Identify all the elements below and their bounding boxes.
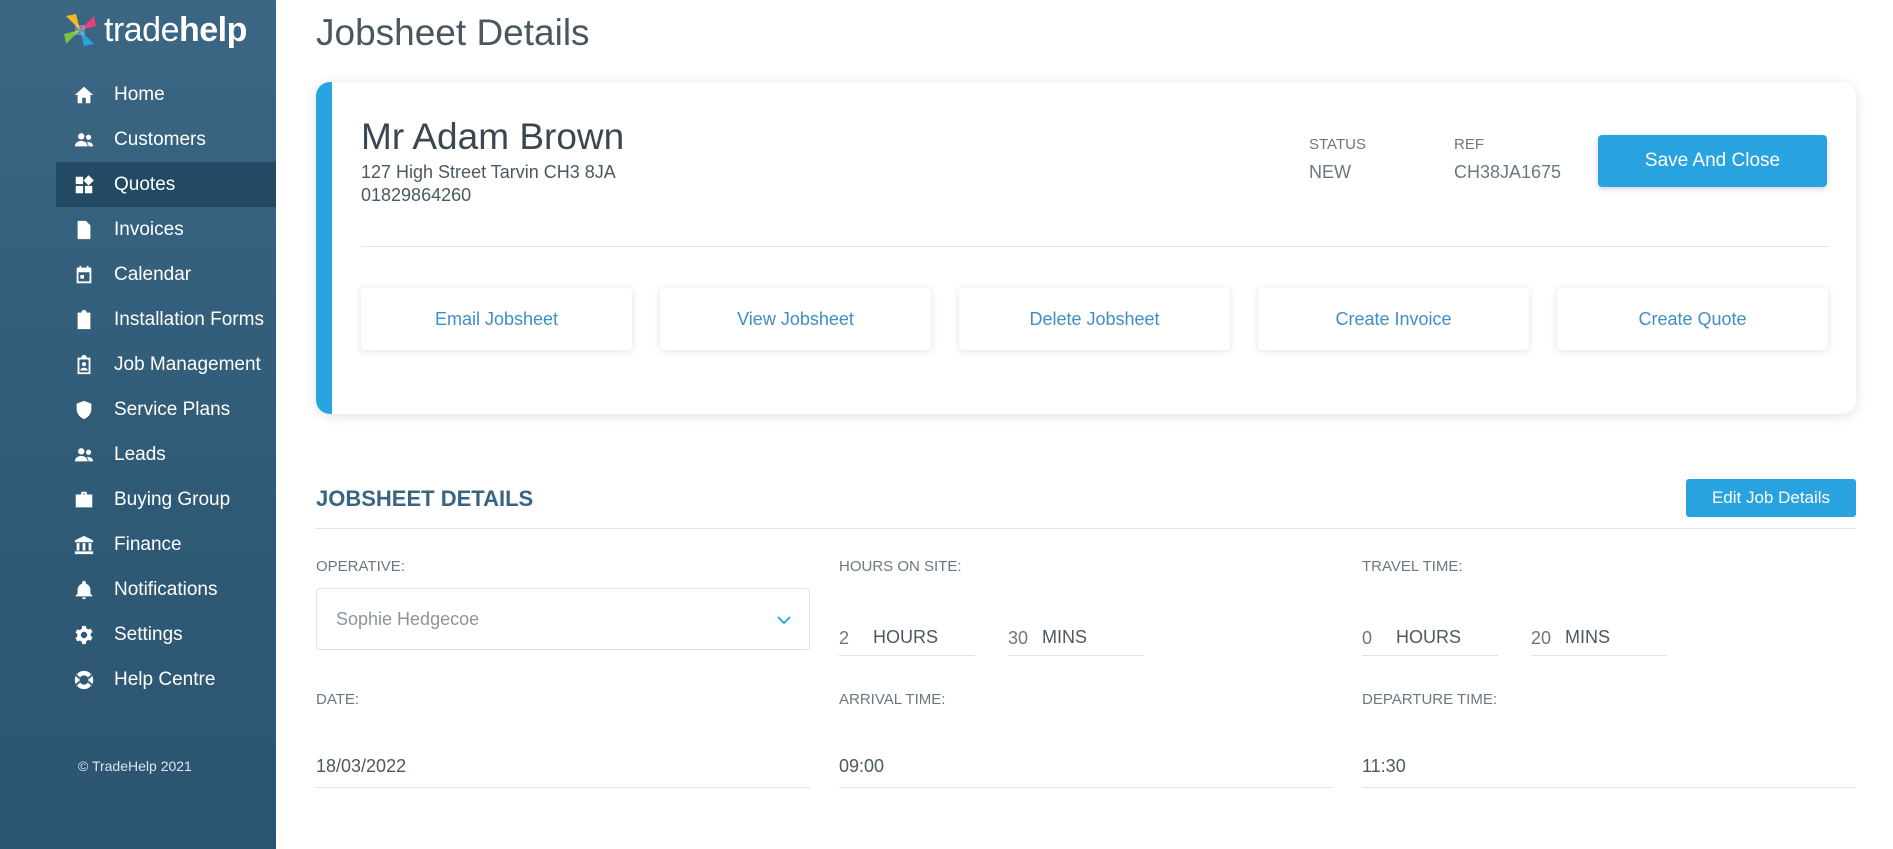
briefcase-icon <box>72 488 96 512</box>
hours-on-site-label: HOURS ON SITE: <box>839 558 962 575</box>
dashboard-icon <box>72 173 96 197</box>
hours-on-site-hours-field[interactable]: 2 HOURS <box>839 620 975 656</box>
operative-value: Sophie Hedgecoe <box>336 608 480 629</box>
travel-time-mins-field[interactable]: 20 MINS <box>1531 620 1667 656</box>
customer-phone: 01829864260 <box>361 185 472 205</box>
customer-address: 127 High Street Tarvin CH3 8JA <box>361 162 616 182</box>
sidebar-item-label: Notifications <box>114 578 218 600</box>
arrival-time-value: 09:00 <box>839 756 885 776</box>
sidebar-item-label: Job Management <box>114 353 261 375</box>
operative-label: OPERATIVE: <box>316 558 405 575</box>
view-jobsheet-button[interactable]: View Jobsheet <box>660 288 931 350</box>
chevron-down-icon <box>777 616 791 625</box>
brand-name: tradehelp <box>104 10 247 49</box>
sidebar-item-invoices[interactable]: Invoices <box>56 207 276 252</box>
sidebar-item-home[interactable]: Home <box>56 72 276 117</box>
sidebar-item-notifications[interactable]: Notifications <box>56 567 276 612</box>
copyright: © TradeHelp 2021 <box>78 758 192 774</box>
mins-unit-label: MINS <box>1565 627 1610 647</box>
arrival-time-field[interactable]: 09:00 <box>839 748 1333 788</box>
sidebar-item-quotes[interactable]: Quotes <box>56 162 276 207</box>
section-divider <box>316 528 1856 529</box>
calendar-icon <box>72 263 96 287</box>
create-invoice-button[interactable]: Create Invoice <box>1258 288 1529 350</box>
sidebar-item-label: Finance <box>114 533 182 555</box>
email-jobsheet-button[interactable]: Email Jobsheet <box>361 288 632 350</box>
bank-icon <box>72 533 96 557</box>
travel-time-hours-value: 0 <box>1362 628 1373 648</box>
sidebar-item-label: Settings <box>114 623 183 645</box>
sidebar-item-label: Buying Group <box>114 488 231 510</box>
sidebar-item-help-centre[interactable]: Help Centre <box>56 657 276 702</box>
sidebar-item-label: Help Centre <box>114 668 216 690</box>
gear-icon <box>72 623 96 647</box>
people-icon <box>72 443 96 467</box>
hours-unit-label: HOURS <box>873 627 939 647</box>
hours-on-site-mins-value: 30 <box>1008 628 1029 648</box>
date-value: 18/03/2022 <box>316 756 407 776</box>
sidebar-item-buying-group[interactable]: Buying Group <box>56 477 276 522</box>
sidebar-item-settings[interactable]: Settings <box>56 612 276 657</box>
save-and-close-button[interactable]: Save And Close <box>1598 135 1827 187</box>
travel-time-mins-value: 20 <box>1531 628 1552 648</box>
clipboard-person-icon <box>72 353 96 377</box>
sidebar-item-installation-forms[interactable]: Installation Forms <box>56 297 276 342</box>
sidebar-item-label: Customers <box>114 128 206 150</box>
bell-icon <box>72 578 96 602</box>
document-icon <box>72 218 96 242</box>
sidebar-item-calendar[interactable]: Calendar <box>56 252 276 297</box>
sidebar-item-job-management[interactable]: Job Management <box>56 342 276 387</box>
hours-on-site-mins-field[interactable]: 30 MINS <box>1008 620 1144 656</box>
customer-name: Mr Adam Brown <box>361 116 625 157</box>
card-accent-bar <box>316 82 332 414</box>
date-field[interactable]: 18/03/2022 <box>316 748 810 788</box>
people-icon <box>72 128 96 152</box>
travel-time-hours-field[interactable]: 0 HOURS <box>1362 620 1498 656</box>
departure-time-label: DEPARTURE TIME: <box>1362 691 1498 708</box>
customer-card: Mr Adam Brown 127 High Street Tarvin CH3… <box>316 82 1856 414</box>
ref-value: CH38JA1675 <box>1454 162 1562 182</box>
sidebar-item-label: Service Plans <box>114 398 231 420</box>
sidebar-item-customers[interactable]: Customers <box>56 117 276 162</box>
sidebar-item-label: Calendar <box>114 263 192 285</box>
edit-job-details-button[interactable]: Edit Job Details <box>1686 479 1856 517</box>
sidebar-item-label: Leads <box>114 443 166 465</box>
sidebar-item-label: Installation Forms <box>114 308 264 330</box>
sidebar-item-label: Home <box>114 83 165 105</box>
sidebar-item-finance[interactable]: Finance <box>56 522 276 567</box>
ref-label: REF <box>1454 136 1484 153</box>
status-value: NEW <box>1309 162 1351 182</box>
logo-icon <box>64 14 96 46</box>
page-title: Jobsheet Details <box>316 12 590 53</box>
operative-select[interactable]: Sophie Hedgecoe <box>316 588 810 650</box>
create-quote-button[interactable]: Create Quote <box>1557 288 1828 350</box>
date-label: DATE: <box>316 691 360 708</box>
mins-unit-label: MINS <box>1042 627 1087 647</box>
sidebar-nav: Home Customers Quotes Invoices Calendar … <box>56 72 276 702</box>
sidebar: tradehelp Home Customers Quotes Invoices… <box>0 0 276 849</box>
sidebar-item-service-plans[interactable]: Service Plans <box>56 387 276 432</box>
hours-unit-label: HOURS <box>1396 627 1462 647</box>
section-title: JOBSHEET DETAILS <box>316 486 534 511</box>
sidebar-item-leads[interactable]: Leads <box>56 432 276 477</box>
travel-time-label: TRAVEL TIME: <box>1362 558 1463 575</box>
sidebar-item-label: Quotes <box>114 173 176 195</box>
delete-jobsheet-button[interactable]: Delete Jobsheet <box>959 288 1230 350</box>
home-icon <box>72 83 96 107</box>
shield-icon <box>72 398 96 422</box>
departure-time-field[interactable]: 11:30 <box>1362 748 1856 788</box>
arrival-time-label: ARRIVAL TIME: <box>839 691 946 708</box>
departure-time-value: 11:30 <box>1362 756 1406 776</box>
card-divider <box>361 246 1829 247</box>
lifebuoy-icon <box>72 668 96 692</box>
hours-on-site-hours-value: 2 <box>839 628 850 648</box>
tradehelp-logo[interactable]: tradehelp <box>60 10 247 50</box>
sidebar-item-label: Invoices <box>114 218 184 240</box>
status-label: STATUS <box>1309 136 1366 153</box>
clipboard-icon <box>72 308 96 332</box>
